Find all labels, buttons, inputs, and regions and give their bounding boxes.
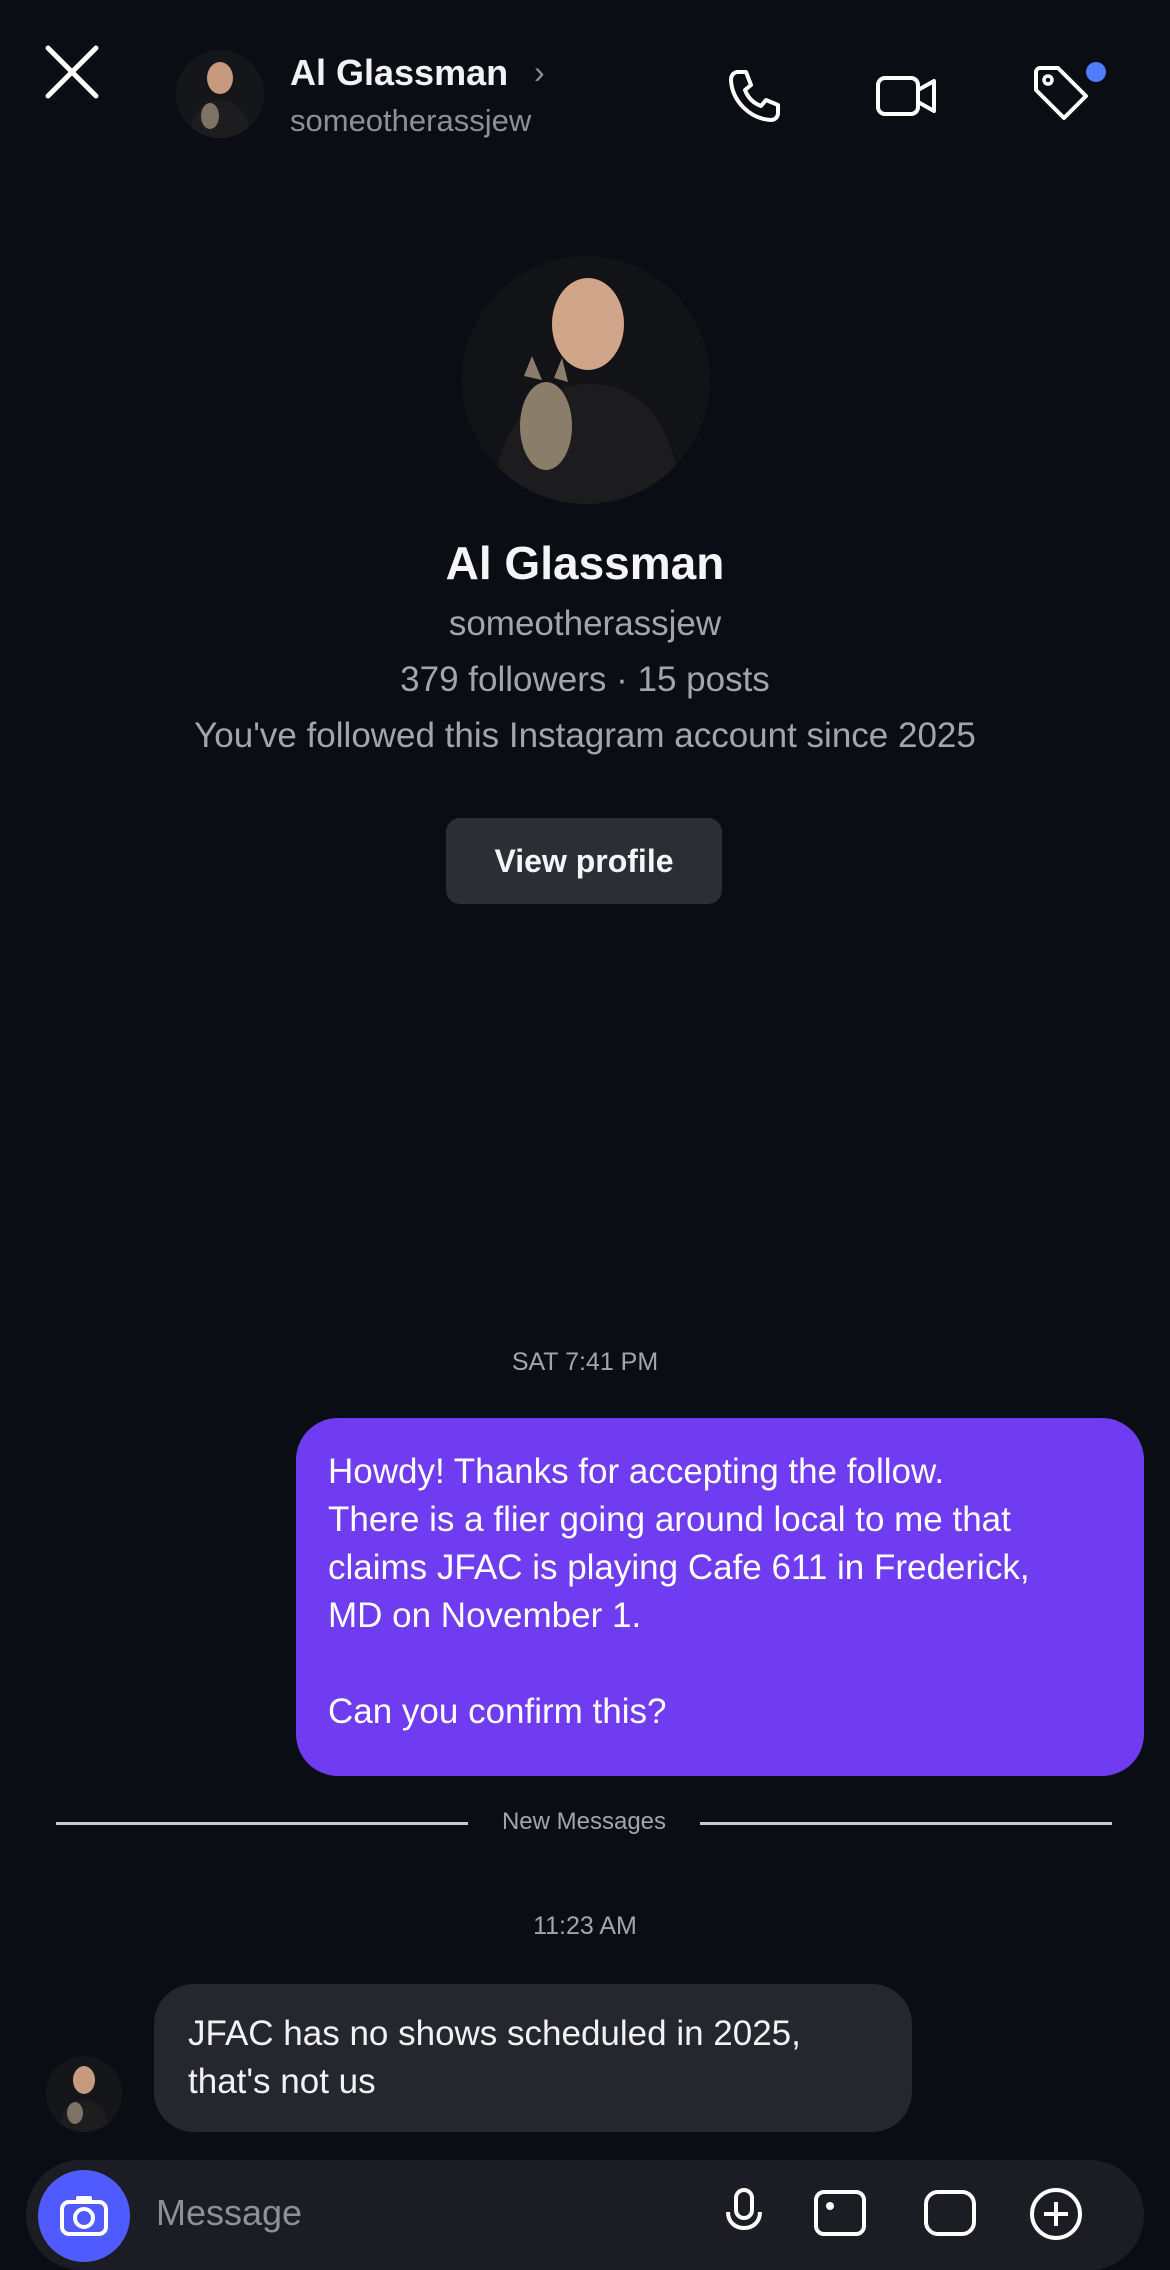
header-contact-username: someotherassjew bbox=[290, 103, 532, 138]
message-timestamp: SAT 7:41 PM bbox=[511, 1348, 659, 1376]
avatar-photo bbox=[176, 50, 264, 138]
profile-follow-info: You've followed this Instagram account s… bbox=[194, 716, 976, 755]
sticker-icon bbox=[924, 2190, 976, 2236]
phone-call-button[interactable] bbox=[720, 62, 788, 130]
microphone-icon bbox=[726, 2188, 762, 2231]
outgoing-message-bubble[interactable]: Howdy! Thanks for accepting the follow. … bbox=[296, 1418, 1144, 1776]
header-avatar[interactable] bbox=[176, 50, 264, 138]
message-input[interactable] bbox=[154, 2182, 678, 2244]
phone-icon bbox=[729, 70, 780, 122]
profile-name: Al Glassman bbox=[445, 537, 725, 589]
sender-avatar[interactable] bbox=[46, 2056, 122, 2132]
incoming-message-bubble[interactable]: JFAC has no shows scheduled in 2025, tha… bbox=[154, 1984, 912, 2132]
more-options-button[interactable] bbox=[1024, 2180, 1088, 2244]
profile-stats: 379 followers · 15 posts bbox=[400, 660, 770, 699]
video-call-button[interactable] bbox=[872, 62, 940, 130]
avatar-photo bbox=[462, 256, 710, 504]
notification-dot bbox=[1086, 62, 1106, 82]
profile-username: someotherassjew bbox=[448, 604, 722, 643]
gallery-icon bbox=[814, 2190, 866, 2236]
gallery-button[interactable] bbox=[808, 2180, 872, 2244]
sticker-button[interactable] bbox=[918, 2180, 982, 2244]
close-button[interactable] bbox=[42, 42, 102, 102]
profile-avatar[interactable] bbox=[462, 256, 710, 504]
camera-icon bbox=[60, 2196, 108, 2236]
voice-message-button[interactable] bbox=[712, 2180, 776, 2244]
camera-button[interactable] bbox=[38, 2170, 130, 2262]
plus-icon bbox=[1030, 2188, 1082, 2240]
new-messages-divider-label: New Messages bbox=[501, 1808, 667, 1835]
divider-line bbox=[56, 1822, 468, 1825]
video-camera-icon bbox=[876, 76, 936, 116]
chevron-right-icon[interactable]: › bbox=[534, 54, 545, 91]
divider-line bbox=[700, 1822, 1112, 1825]
view-profile-button[interactable]: View profile bbox=[446, 818, 722, 904]
message-timestamp: 11:23 AM bbox=[533, 1912, 637, 1940]
header-contact-name[interactable]: Al Glassman bbox=[290, 52, 508, 94]
avatar-photo bbox=[46, 2056, 122, 2132]
close-icon bbox=[45, 45, 99, 99]
